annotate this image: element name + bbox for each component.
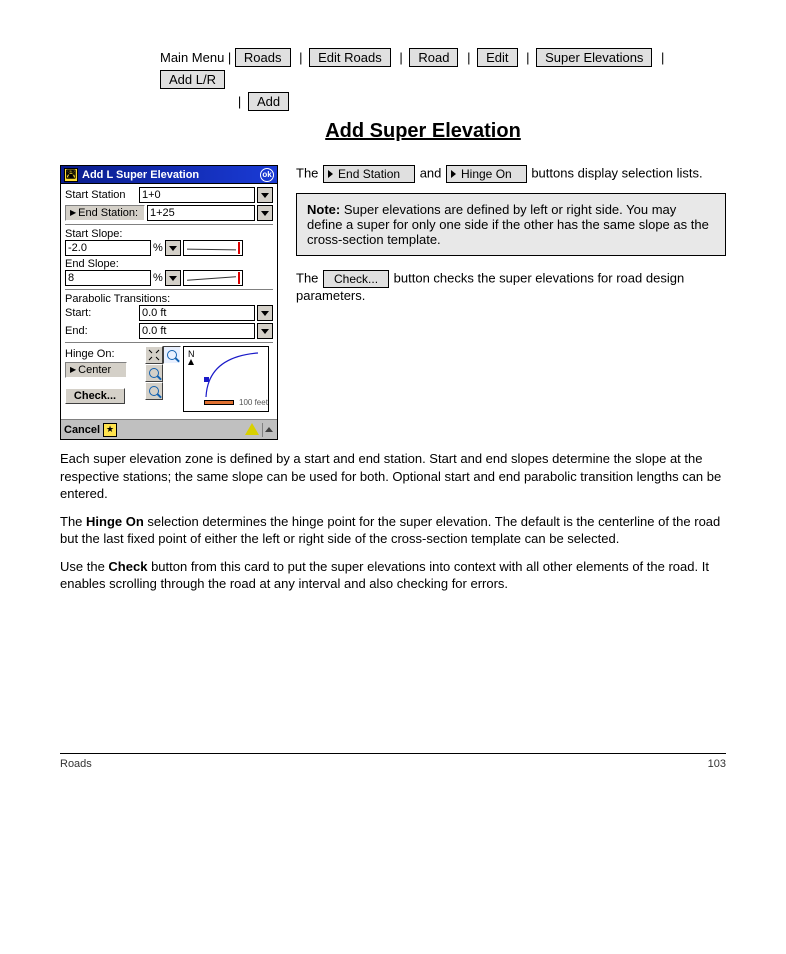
breadcrumb-item: Super Elevations xyxy=(536,48,652,67)
body-paragraph: Each super elevation zone is defined by … xyxy=(60,450,726,503)
scale-bar xyxy=(204,400,234,405)
breadcrumb-item: Add xyxy=(248,92,289,111)
start-slope-label: Start Slope: xyxy=(65,228,273,240)
zoom-in-icon[interactable] xyxy=(145,364,163,382)
footer-page-number: 103 xyxy=(708,758,726,770)
pt-start-label: Start: xyxy=(65,307,137,319)
pt-start-input[interactable]: 0.0 ft xyxy=(139,305,255,321)
end-slope-input[interactable]: 8 xyxy=(65,270,151,286)
zoom-out-icon[interactable] xyxy=(145,382,163,400)
dialog-title: Add L Super Elevation xyxy=(82,169,199,181)
start-station-label: Start Station xyxy=(65,189,137,201)
breadcrumb-prefix: Main Menu | xyxy=(160,50,231,65)
note-box: Note: Super elevations are defined by le… xyxy=(296,193,726,256)
breadcrumb: Main Menu | Roads | Edit Roads | Road | … xyxy=(160,48,726,114)
start-station-input[interactable]: 1+0 xyxy=(139,187,255,203)
body-paragraph: Use the Check button from this card to p… xyxy=(60,558,726,593)
end-slope-preview xyxy=(183,270,243,286)
hinge-on-button[interactable]: ▶Center xyxy=(65,362,127,378)
breadcrumb-item: Roads xyxy=(235,48,291,67)
dialog-footer: Cancel ★ xyxy=(61,419,277,439)
intro-paragraph: The End Station and Hinge On buttons dis… xyxy=(296,165,726,183)
body-paragraph: The Hinge On selection determines the hi… xyxy=(60,513,726,548)
pt-end-input[interactable]: 0.0 ft xyxy=(139,323,255,339)
hinge-on-label: Hinge On: xyxy=(65,348,141,360)
check-paragraph: The Check... button checks the super ele… xyxy=(296,270,726,303)
scale-text: 100 feet xyxy=(239,398,268,407)
dropdown-arrow-icon[interactable] xyxy=(257,187,273,203)
page-footer: Roads 103 xyxy=(60,753,726,770)
end-station-inline-button: End Station xyxy=(323,165,415,183)
footer-section: Roads xyxy=(60,758,92,770)
breadcrumb-item: Edit xyxy=(477,48,517,67)
map-preview: N 100 feet xyxy=(183,346,269,412)
ok-button[interactable]: ok xyxy=(260,168,274,182)
breadcrumb-item: Edit Roads xyxy=(309,48,391,67)
page-title: Add Super Elevation xyxy=(120,120,726,143)
parabolic-label: Parabolic Transitions: xyxy=(65,293,273,305)
zoom-extents-icon[interactable] xyxy=(145,346,163,364)
start-slope-input[interactable]: -2.0 xyxy=(65,240,151,256)
dropdown-arrow-icon[interactable] xyxy=(257,205,273,221)
dropdown-arrow-icon[interactable] xyxy=(257,305,273,321)
app-icon: 🛣 xyxy=(64,168,78,182)
dropdown-arrow-icon[interactable] xyxy=(257,323,273,339)
check-inline-button: Check... xyxy=(323,270,389,288)
warning-icon[interactable] xyxy=(245,423,259,437)
breadcrumb-item: Road xyxy=(409,48,458,67)
dropdown-arrow-icon[interactable] xyxy=(165,270,181,286)
cancel-button[interactable]: Cancel xyxy=(64,424,100,436)
start-slope-preview xyxy=(183,240,243,256)
collapse-up-icon[interactable] xyxy=(262,423,274,437)
end-station-button[interactable]: ▶End Station: xyxy=(65,205,145,221)
dialog-add-super-elevation: 🛣 Add L Super Elevation ok Start Station… xyxy=(60,165,278,440)
pt-end-label: End: xyxy=(65,325,137,337)
hinge-on-inline-button: Hinge On xyxy=(446,165,527,183)
check-button[interactable]: Check... xyxy=(65,388,125,404)
zoom-window-icon[interactable] xyxy=(163,346,181,364)
end-slope-label: End Slope: xyxy=(65,258,273,270)
dropdown-arrow-icon[interactable] xyxy=(165,240,181,256)
favorite-icon[interactable]: ★ xyxy=(103,423,117,437)
breadcrumb-item: Add L/R xyxy=(160,70,225,89)
dialog-titlebar: 🛣 Add L Super Elevation ok xyxy=(61,166,277,184)
map-marker xyxy=(204,377,209,382)
end-station-input[interactable]: 1+25 xyxy=(147,205,255,221)
